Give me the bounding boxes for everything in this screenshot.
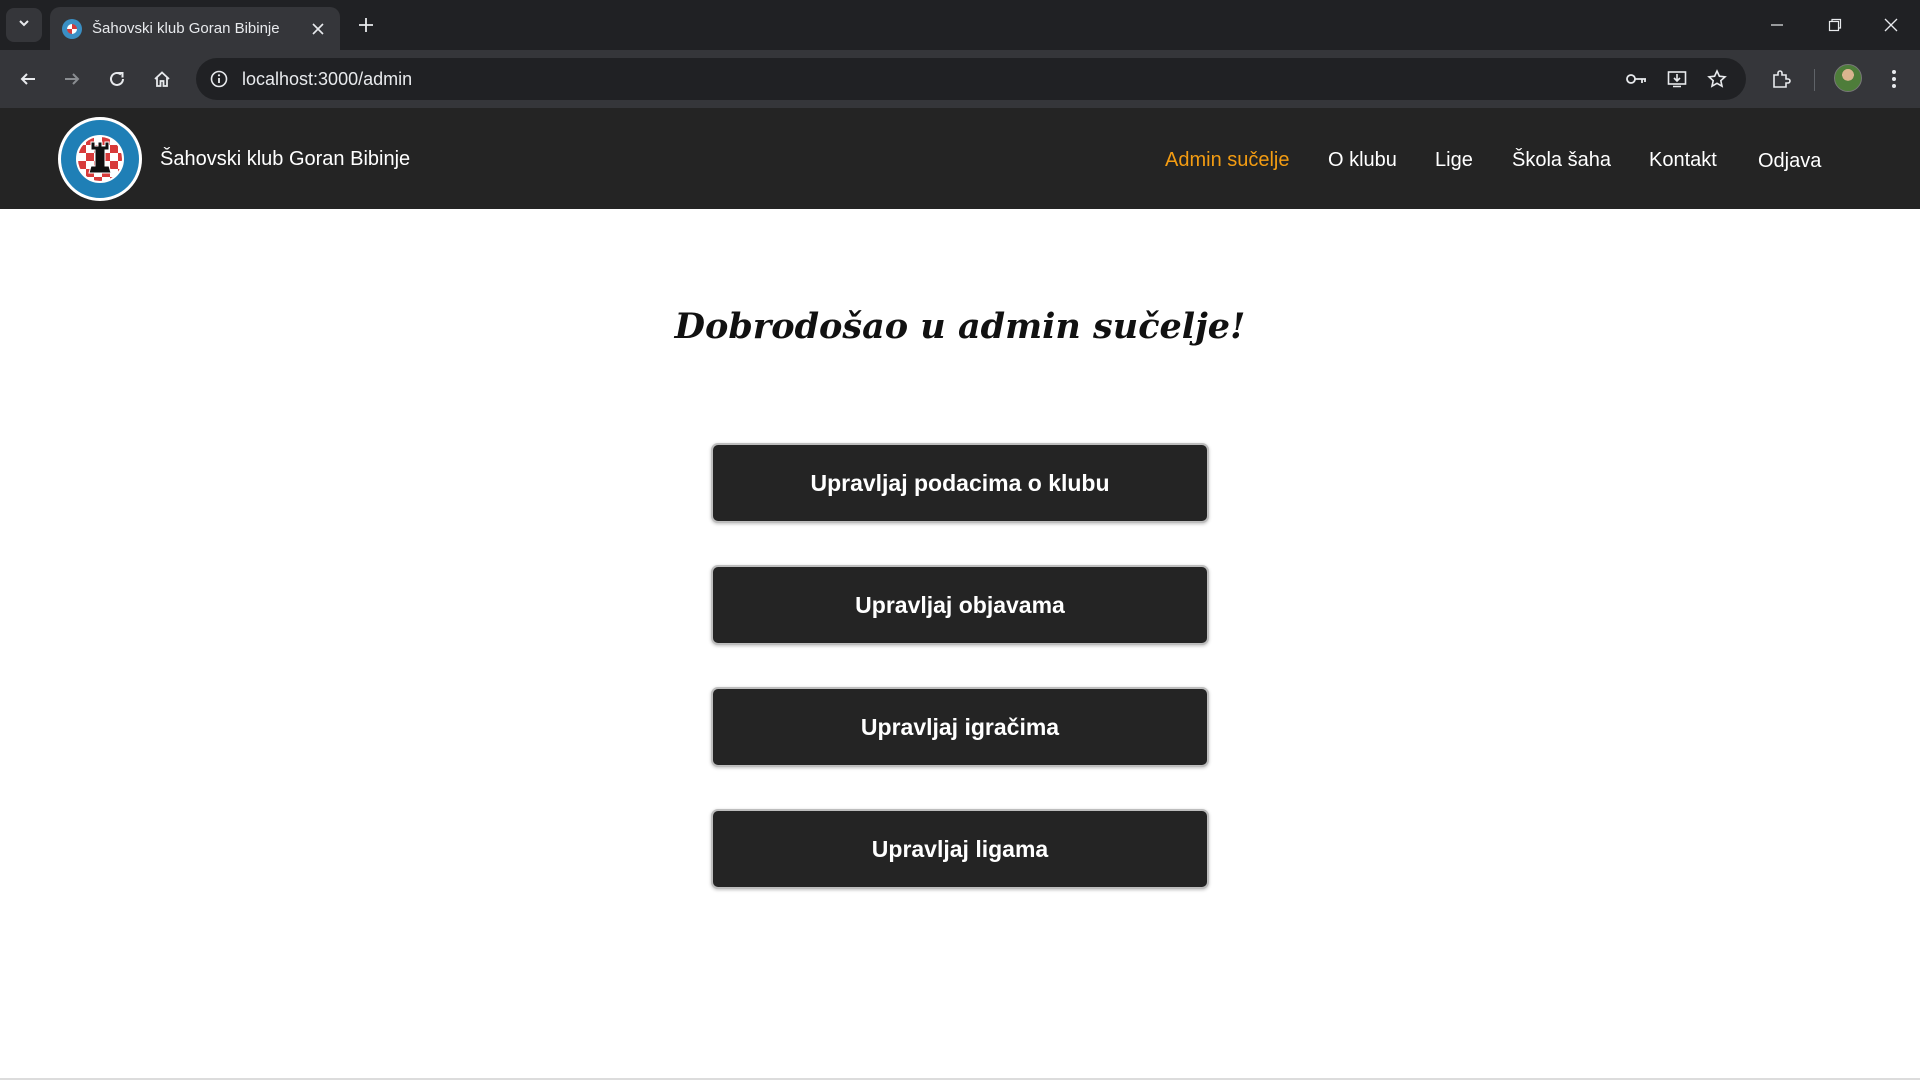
puzzle-icon <box>1773 70 1791 88</box>
tab-title: Šahovski klub Goran Bibinje <box>92 20 280 37</box>
reload-icon <box>110 71 124 86</box>
toolbar-separator <box>1814 69 1815 91</box>
site-title[interactable]: Šahovski klub Goran Bibinje <box>160 148 410 171</box>
home-button[interactable] <box>144 61 180 97</box>
forward-button[interactable] <box>54 61 90 97</box>
extensions-button[interactable] <box>1763 61 1799 97</box>
bookmark-star-icon[interactable] <box>1704 66 1730 92</box>
restore-window-button[interactable] <box>1806 0 1864 50</box>
profile-avatar[interactable] <box>1834 64 1862 92</box>
close-window-button[interactable] <box>1862 0 1920 50</box>
url-text[interactable]: localhost:3000/admin <box>242 69 412 90</box>
close-icon <box>1884 18 1898 32</box>
restore-icon <box>1828 18 1842 32</box>
chess-rook-icon <box>88 141 112 174</box>
manage-posts-button[interactable]: Upravljaj objavama <box>711 565 1209 645</box>
browser-tab-bar: Šahovski klub Goran Bibinje <box>0 0 1920 50</box>
nav-leagues[interactable]: Lige <box>1435 149 1473 172</box>
address-bar[interactable]: localhost:3000/admin <box>196 58 1746 100</box>
new-tab-button[interactable] <box>352 11 380 39</box>
nav-chess-school[interactable]: Škola šaha <box>1512 149 1611 172</box>
home-icon <box>154 71 170 87</box>
nav-about-club[interactable]: O klubu <box>1328 149 1397 172</box>
manage-club-data-button[interactable]: Upravljaj podacima o klubu <box>711 443 1209 523</box>
nav-admin-interface[interactable]: Admin sučelje <box>1165 149 1290 172</box>
plus-icon <box>359 18 373 32</box>
browser-tab[interactable]: Šahovski klub Goran Bibinje <box>50 7 340 50</box>
more-vertical-icon <box>1892 70 1896 88</box>
browser-toolbar: localhost:3000/admin <box>0 50 1920 108</box>
minimize-icon <box>1771 24 1783 26</box>
nav-contact[interactable]: Kontakt <box>1649 149 1717 172</box>
back-button[interactable] <box>10 61 46 97</box>
arrow-right-icon <box>65 73 80 85</box>
manage-leagues-button[interactable]: Upravljaj ligama <box>711 809 1209 889</box>
browser-menu-button[interactable] <box>1876 61 1912 97</box>
site-info-icon[interactable] <box>206 66 232 92</box>
page-title: Dobrodošao u admin sučelje! <box>674 306 1246 347</box>
password-key-icon[interactable] <box>1624 66 1650 92</box>
nav-logout[interactable]: Odjava <box>1758 150 1821 173</box>
close-tab-button[interactable] <box>304 15 332 43</box>
tab-search-button[interactable] <box>6 8 42 42</box>
chevron-down-icon <box>17 16 31 35</box>
minimize-window-button[interactable] <box>1748 0 1806 50</box>
manage-players-button[interactable]: Upravljaj igračima <box>711 687 1209 767</box>
site-navbar: Šahovski klub Goran Bibinje Admin sučelj… <box>0 108 1920 209</box>
install-app-icon[interactable] <box>1664 66 1690 92</box>
close-icon <box>312 22 324 35</box>
reload-button[interactable] <box>99 61 135 97</box>
arrow-left-icon <box>20 73 35 85</box>
club-logo[interactable] <box>58 117 142 201</box>
club-favicon-icon <box>62 18 82 39</box>
